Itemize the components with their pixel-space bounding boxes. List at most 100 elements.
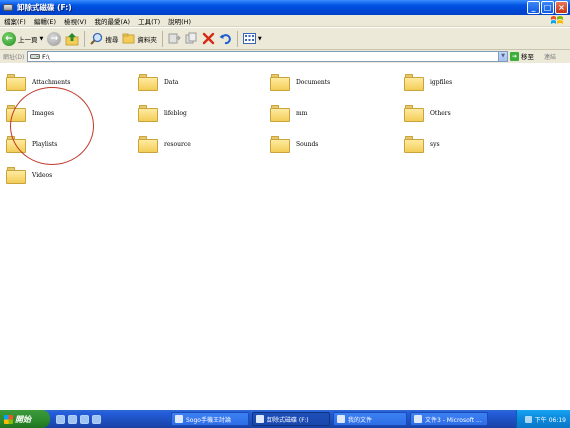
folder-icon: [6, 166, 26, 184]
clock: 下午 06:19: [534, 416, 566, 424]
back-button[interactable]: ← 上一頁 ▼: [0, 29, 45, 49]
back-label: 上一頁: [18, 35, 38, 44]
drive-icon: [30, 54, 40, 59]
back-arrow-icon: ←: [2, 31, 16, 46]
menu-favorites[interactable]: 我的最愛(A): [91, 16, 135, 26]
quick-launch-media-icon[interactable]: [80, 414, 89, 424]
folder-item[interactable]: Documents: [270, 71, 390, 93]
address-bar: 網址(D) F:\ ▼ ➔ 移至 連結: [0, 50, 570, 63]
folder-label: Others: [430, 109, 451, 117]
folder-item[interactable]: Videos: [6, 164, 126, 186]
taskbar-button[interactable]: 我的文件: [333, 412, 407, 426]
folder-label: Playlists: [32, 140, 58, 148]
address-value: F:\: [42, 52, 50, 61]
window-title: 卸除式磁碟 (F:): [17, 3, 72, 12]
menu-help[interactable]: 說明(H): [164, 16, 195, 26]
address-label: 網址(D): [3, 54, 25, 61]
window-controls: _ □ ×: [527, 1, 568, 14]
folder-icon: [270, 73, 290, 91]
menu-view[interactable]: 檢視(V): [60, 16, 91, 26]
folder-label: Images: [32, 109, 55, 117]
toolbar-separator: [84, 30, 86, 47]
windows-flag-icon: [4, 414, 13, 424]
folder-item[interactable]: Data: [138, 71, 258, 93]
quick-launch-desktop-icon[interactable]: [68, 414, 77, 424]
move-to-button[interactable]: [166, 29, 183, 49]
back-dropdown-icon[interactable]: ▼: [40, 36, 44, 42]
folder-label: mm: [296, 109, 308, 117]
close-button[interactable]: ×: [555, 1, 568, 14]
folder-icon: [404, 135, 424, 153]
toolbar: ← 上一頁 ▼ → 搜尋 資料夾 ▼: [0, 28, 570, 50]
tray-network-icon[interactable]: [524, 415, 532, 423]
quick-launch: [56, 414, 101, 424]
folder-item[interactable]: Images: [6, 102, 126, 124]
task-app-icon: [337, 415, 345, 423]
file-view: Attachments Data Documents igpfiles Images li…: [0, 63, 570, 408]
taskbar-button[interactable]: 文件3 - Microsoft ...: [410, 412, 488, 426]
folder-icon: [270, 104, 290, 122]
search-label: 搜尋: [105, 35, 119, 44]
folder-label: resource: [164, 140, 191, 148]
folder-icon: [404, 73, 424, 91]
search-button[interactable]: 搜尋: [88, 29, 120, 49]
title-bar: 卸除式磁碟 (F:) _ □ ×: [0, 0, 570, 15]
delete-button[interactable]: [200, 29, 217, 49]
folder-icon: [404, 104, 424, 122]
folder-item[interactable]: sys: [404, 133, 524, 155]
go-arrow-icon: ➔: [510, 51, 519, 61]
task-label: 文件3 - Microsoft ...: [425, 416, 482, 424]
start-button[interactable]: 開始: [0, 410, 50, 428]
toolbar-separator: [236, 30, 238, 47]
folder-label: Data: [164, 78, 179, 86]
address-dropdown-icon[interactable]: ▼: [498, 52, 507, 61]
folder-item[interactable]: lifeblog: [138, 102, 258, 124]
folders-button[interactable]: 資料夾: [120, 29, 159, 49]
folder-item[interactable]: igpfiles: [404, 71, 524, 93]
address-input[interactable]: F:\ ▼: [27, 51, 508, 62]
taskbar-button[interactable]: 卸除式磁碟 (F:): [252, 412, 330, 426]
folder-label: sys: [430, 140, 440, 148]
maximize-button[interactable]: □: [541, 1, 554, 14]
folder-icon: [6, 73, 26, 91]
task-label: 我的文件: [348, 416, 373, 424]
folder-icon: [6, 104, 26, 122]
folder-icon: [138, 135, 158, 153]
folders-label: 資料夾: [137, 35, 157, 44]
up-folder-button[interactable]: [63, 29, 81, 49]
folder-item[interactable]: Sounds: [270, 133, 390, 155]
folder-item[interactable]: Attachments: [6, 71, 126, 93]
forward-arrow-icon: →: [47, 31, 62, 46]
start-label: 開始: [15, 414, 31, 424]
windows-logo-icon: [551, 16, 563, 24]
menu-file[interactable]: 檔案(F): [0, 16, 30, 26]
folder-item[interactable]: Others: [404, 102, 524, 124]
go-button[interactable]: ➔ 移至: [510, 51, 534, 61]
minimize-button[interactable]: _: [527, 1, 540, 14]
forward-button[interactable]: →: [45, 29, 63, 49]
folder-label: Sounds: [296, 140, 319, 148]
copy-to-button[interactable]: [183, 29, 200, 49]
toolbar-separator: [161, 30, 163, 47]
views-button[interactable]: ▼: [241, 29, 264, 49]
task-app-icon: [414, 415, 422, 423]
task-label: 卸除式磁碟 (F:): [267, 416, 309, 424]
folder-item[interactable]: resource: [138, 133, 258, 155]
quick-launch-messenger-icon[interactable]: [92, 414, 101, 424]
folder-item[interactable]: mm: [270, 102, 390, 124]
menu-edit[interactable]: 編輯(E): [30, 16, 60, 26]
task-label: Sogo手機王討論: [186, 416, 231, 424]
undo-button[interactable]: [217, 29, 234, 49]
links-label[interactable]: 連結: [544, 52, 556, 61]
folder-item[interactable]: Playlists: [6, 133, 126, 155]
taskbar-button[interactable]: Sogo手機王討論: [171, 412, 249, 426]
task-app-icon: [256, 415, 264, 423]
folder-icon: [270, 135, 290, 153]
menu-tools[interactable]: 工具(T): [134, 16, 164, 26]
quick-launch-ie-icon[interactable]: [56, 414, 65, 424]
folder-label: Videos: [32, 171, 53, 179]
folder-label: Attachments: [32, 78, 71, 86]
folder-label: Documents: [296, 78, 331, 86]
folder-icon: [138, 104, 158, 122]
system-tray: 下午 06:19: [516, 410, 570, 428]
